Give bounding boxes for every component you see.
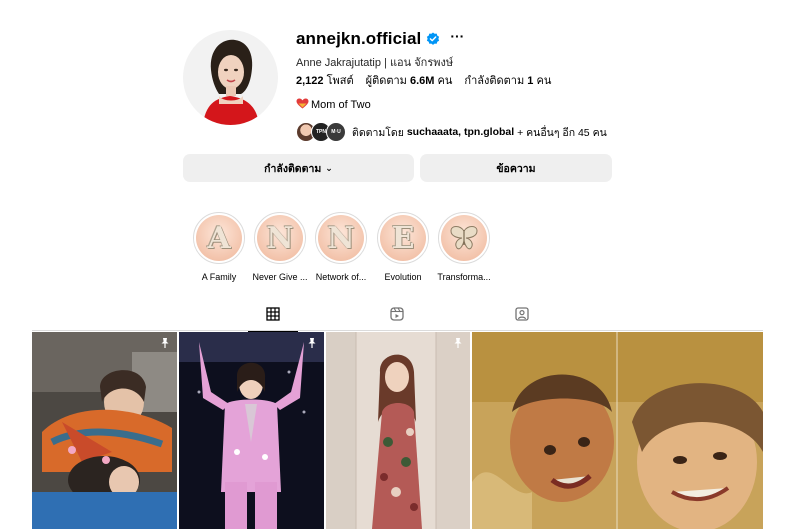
highlight-network[interactable]: N Network of... (307, 212, 375, 282)
full-name: Anne Jakrajutatip | แอน จักรพงษ์ (296, 57, 454, 69)
tab-reels[interactable] (377, 307, 417, 331)
following-button-label: กำลังติดตาม (264, 162, 322, 175)
highlight-cover (438, 212, 490, 264)
message-button-label: ข้อความ (496, 162, 536, 175)
profile-info: annejkn.official ··· Anne Jakrajutatip |… (296, 28, 676, 143)
highlight-transformation[interactable]: Transforma... (430, 212, 498, 282)
highlight-label: Evolution (384, 272, 422, 282)
highlight-label: Network of... (315, 272, 367, 282)
followers-stat[interactable]: ผู้ติดตาม 6.6M คน (366, 71, 453, 89)
heart-emoji-icon (296, 98, 309, 112)
tab-tagged[interactable] (502, 307, 542, 331)
posts-stat: 2,122 โพสต์ (296, 75, 354, 87)
username-row: annejkn.official ··· (296, 28, 676, 50)
message-button[interactable]: ข้อความ (420, 154, 612, 182)
pin-icon (308, 338, 316, 348)
tagged-icon (515, 307, 529, 321)
pin-icon (454, 338, 462, 348)
post-thumbnail[interactable] (325, 332, 471, 529)
butterfly-icon (450, 226, 478, 250)
bio-text: Mom of Two (311, 99, 371, 111)
profile-avatar[interactable] (183, 30, 278, 125)
chevron-down-icon: ⌄ (325, 162, 333, 173)
reels-icon (390, 307, 404, 321)
highlight-label: A Family (201, 272, 237, 282)
mutual-avatars: TPN M·U (296, 122, 346, 142)
following-button[interactable]: กำลังติดตาม ⌄ (183, 154, 414, 182)
grid-icon (266, 307, 280, 321)
highlight-label: Never Give ... (252, 272, 308, 282)
highlight-cover: N (254, 212, 306, 264)
following-stat[interactable]: กำลังติดตาม 1 คน (464, 71, 551, 89)
followed-suffix: + คนอื่นๆ อีก 45 คน (517, 126, 607, 139)
highlight-label: Transforma... (437, 272, 491, 282)
tabs-divider (32, 330, 763, 331)
verified-badge-icon (426, 32, 440, 46)
username: annejkn.official (296, 29, 422, 48)
posts-grid (32, 332, 763, 529)
mutual-avatar-3: M·U (326, 122, 346, 142)
post-thumbnail[interactable] (178, 332, 324, 529)
highlight-a-family[interactable]: A A Family (185, 212, 253, 282)
bio: Mom of Two (296, 97, 676, 113)
post-thumbnail[interactable] (32, 332, 177, 529)
tab-posts[interactable] (248, 307, 298, 332)
pin-icon (161, 338, 169, 348)
followed-by[interactable]: TPN M·U ติดตามโดย suchaaata, tpn.global … (296, 121, 676, 143)
profile-stats: 2,122 โพสต์ ผู้ติดตาม 6.6M คน กำลังติดตา… (296, 72, 676, 88)
highlight-cover: N (315, 212, 367, 264)
highlight-cover: A (193, 212, 245, 264)
more-options-icon[interactable]: ··· (450, 29, 464, 43)
followed-prefix: ติดตามโดย (352, 126, 404, 139)
highlight-cover: E (377, 212, 429, 264)
highlight-evolution[interactable]: E Evolution (369, 212, 437, 282)
post-thumbnail[interactable] (472, 332, 763, 529)
followed-names[interactable]: suchaaata, tpn.global (407, 126, 514, 138)
highlight-never-give[interactable]: N Never Give ... (246, 212, 314, 282)
